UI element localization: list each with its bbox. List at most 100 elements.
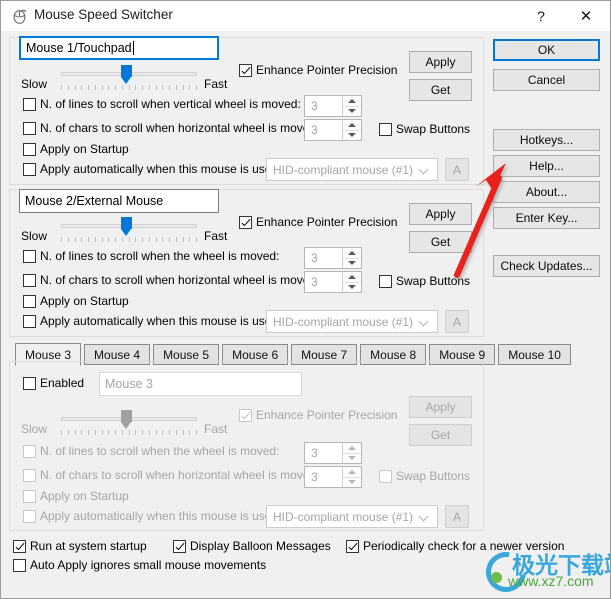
mouse2-swap-buttons-checkbox[interactable]: Swap Buttons (379, 274, 470, 288)
mouse2-apply-automatically-checkbox[interactable]: Apply automatically when this mouse is u… (23, 314, 281, 328)
mouse3-chars-spin-down[interactable] (343, 478, 361, 488)
mouse1-swap-buttons-checkbox[interactable]: Swap Buttons (379, 122, 470, 136)
mouse1-chars-spinner[interactable]: 3 (304, 119, 362, 141)
mouse2-auto-detect-button[interactable]: A (445, 310, 469, 333)
mouse2-lines-scroll-checkbox[interactable]: N. of lines to scroll when the wheel is … (23, 249, 279, 263)
mouse2-chars-spin-up[interactable] (343, 272, 361, 283)
mouse1-enhance-label: Enhance Pointer Precision (256, 63, 398, 77)
mouse2-slider-thumb[interactable] (121, 217, 132, 236)
mouse3-swap-buttons-checkbox[interactable]: Swap Buttons (379, 469, 470, 483)
mouse3-chars-scroll-checkbox[interactable]: N. of chars to scroll when horizontal wh… (23, 468, 319, 482)
mouse2-lines-value[interactable]: 3 (305, 248, 342, 268)
hotkeys-button[interactable]: Hotkeys... (493, 129, 600, 151)
mouse3-enhance-pointer-precision-checkbox[interactable]: Enhance Pointer Precision (239, 408, 397, 422)
ok-button[interactable]: OK (493, 39, 600, 61)
mouse2-fast-label: Fast (204, 229, 228, 243)
mouse2-apply-on-startup-checkbox[interactable]: Apply on Startup (23, 294, 129, 308)
mouse3-chars-spin-up[interactable] (343, 467, 361, 478)
watermark-dot-icon (491, 572, 502, 583)
periodically-check-checkbox[interactable]: Periodically check for a newer version (346, 539, 564, 553)
mouse2-slider-ticks (61, 237, 197, 242)
mouse3-lines-spinner[interactable]: 3 (304, 442, 362, 464)
mouse3-device-combo[interactable]: HID-compliant mouse (#1) (266, 505, 438, 528)
mouse2-apply-auto-label: Apply automatically when this mouse is u… (40, 314, 282, 328)
mouse1-chars-value[interactable]: 3 (305, 120, 342, 140)
mouse3-auto-detect-button[interactable]: A (445, 505, 469, 528)
mouse3-get-button[interactable]: Get (409, 424, 472, 446)
run-at-startup-label: Run at system startup (30, 539, 147, 553)
mouse1-apply-button[interactable]: Apply (409, 51, 472, 73)
periodic-check-label: Periodically check for a newer version (363, 539, 565, 553)
mouse2-device-combo[interactable]: HID-compliant mouse (#1) (266, 310, 438, 333)
mouse2-chars-spinner[interactable]: 3 (304, 271, 362, 293)
auto-apply-ignores-checkbox[interactable]: Auto Apply ignores small mouse movements (13, 558, 266, 572)
mouse1-lines-spinner[interactable]: 3 (304, 95, 362, 117)
mouse2-chars-scroll-checkbox[interactable]: N. of chars to scroll when horizontal wh… (23, 273, 319, 287)
mouse1-auto-detect-button[interactable]: A (445, 158, 469, 181)
display-balloon-messages-checkbox[interactable]: Display Balloon Messages (173, 539, 331, 553)
mouse1-apply-automatically-checkbox[interactable]: Apply automatically when this mouse is u… (23, 162, 281, 176)
mouse3-name-input[interactable]: Mouse 3 (99, 372, 302, 396)
tab-label: Mouse 6 (232, 347, 279, 362)
watermark-url: www.xz7.com (508, 573, 594, 589)
mouse1-device-combo[interactable]: HID-compliant mouse (#1) (266, 158, 438, 181)
mouse3-lines-spin-up[interactable] (343, 443, 361, 454)
mouse2-swap-label: Swap Buttons (396, 274, 471, 288)
mouse1-chars-scroll-checkbox[interactable]: N. of chars to scroll when horizontal wh… (23, 121, 319, 135)
mouse3-chars-value[interactable]: 3 (305, 467, 342, 487)
mouse3-name-placeholder: Mouse 3 (105, 377, 153, 391)
mouse1-lines-label: N. of lines to scroll when vertical whee… (40, 97, 301, 111)
mouse1-lines-spin-up[interactable] (343, 96, 361, 107)
tab-label: Mouse 3 (25, 347, 72, 362)
mouse2-chars-spin-down[interactable] (343, 283, 361, 293)
mouse1-lines-scroll-checkbox[interactable]: N. of lines to scroll when vertical whee… (23, 97, 301, 111)
mouse2-chars-value[interactable]: 3 (305, 272, 342, 292)
mouse3-chars-label: N. of chars to scroll when horizontal wh… (40, 468, 320, 482)
mouse3-chars-spinner[interactable]: 3 (304, 466, 362, 488)
mouse3-enabled-checkbox[interactable]: Enabled (23, 376, 84, 390)
titlebar-help-button[interactable]: ? (519, 1, 563, 31)
mouse2-lines-spinner[interactable]: 3 (304, 247, 362, 269)
mouse1-enhance-pointer-precision-checkbox[interactable]: Enhance Pointer Precision (239, 63, 397, 77)
mouse2-lines-spin-up[interactable] (343, 248, 361, 259)
mouse3-apply-auto-label: Apply automatically when this mouse is u… (40, 509, 282, 523)
tab-mouse-10[interactable]: Mouse 10 (498, 344, 571, 365)
mouse1-chars-spin-down[interactable] (343, 131, 361, 141)
mouse3-swap-label: Swap Buttons (396, 469, 471, 483)
mouse3-lines-spin-down[interactable] (343, 454, 361, 464)
mouse1-name-input[interactable]: Mouse 1/Touchpad (19, 36, 219, 60)
mouse1-apply-on-startup-checkbox[interactable]: Apply on Startup (23, 142, 129, 156)
enter-key-button[interactable]: Enter Key... (493, 207, 600, 229)
mouse3-lines-value[interactable]: 3 (305, 443, 342, 463)
mouse2-apply-button[interactable]: Apply (409, 203, 472, 225)
cancel-button[interactable]: Cancel (493, 69, 600, 91)
mouse3-apply-on-startup-checkbox[interactable]: Apply on Startup (23, 489, 129, 503)
mouse3-apply-automatically-checkbox[interactable]: Apply automatically when this mouse is u… (23, 509, 281, 523)
window-title: Mouse Speed Switcher (34, 7, 173, 22)
mouse1-lines-value[interactable]: 3 (305, 96, 342, 116)
mouse2-lines-label: N. of lines to scroll when the wheel is … (40, 249, 280, 263)
auto-apply-ignores-label: Auto Apply ignores small mouse movements (30, 558, 267, 572)
mouse2-enhance-pointer-precision-checkbox[interactable]: Enhance Pointer Precision (239, 215, 397, 229)
mouse2-name-input[interactable]: Mouse 2/External Mouse (19, 189, 219, 213)
mouse2-lines-spin-down[interactable] (343, 259, 361, 269)
mouse1-apply-auto-label: Apply automatically when this mouse is u… (40, 162, 282, 176)
mouse3-apply-button[interactable]: Apply (409, 396, 472, 418)
run-at-system-startup-checkbox[interactable]: Run at system startup (13, 539, 147, 553)
mouse3-enabled-label: Enabled (40, 376, 85, 390)
tab-label: Mouse 8 (370, 347, 417, 362)
chevron-down-icon (420, 513, 429, 522)
close-icon[interactable]: ✕ (564, 1, 608, 31)
check-updates-button[interactable]: Check Updates... (493, 255, 600, 277)
mouse1-slider-thumb[interactable] (121, 65, 132, 84)
mouse1-lines-spin-down[interactable] (343, 107, 361, 117)
mouse1-fast-label: Fast (204, 77, 228, 91)
mouse3-lines-scroll-checkbox[interactable]: N. of lines to scroll when the wheel is … (23, 444, 279, 458)
mouse1-get-button[interactable]: Get (409, 79, 472, 101)
tab-label: Mouse 9 (439, 347, 486, 362)
about-button[interactable]: About... (493, 181, 600, 203)
help-button[interactable]: Help... (493, 155, 600, 177)
mouse2-get-button[interactable]: Get (409, 231, 472, 253)
chevron-down-icon (420, 318, 429, 327)
mouse1-chars-spin-up[interactable] (343, 120, 361, 131)
